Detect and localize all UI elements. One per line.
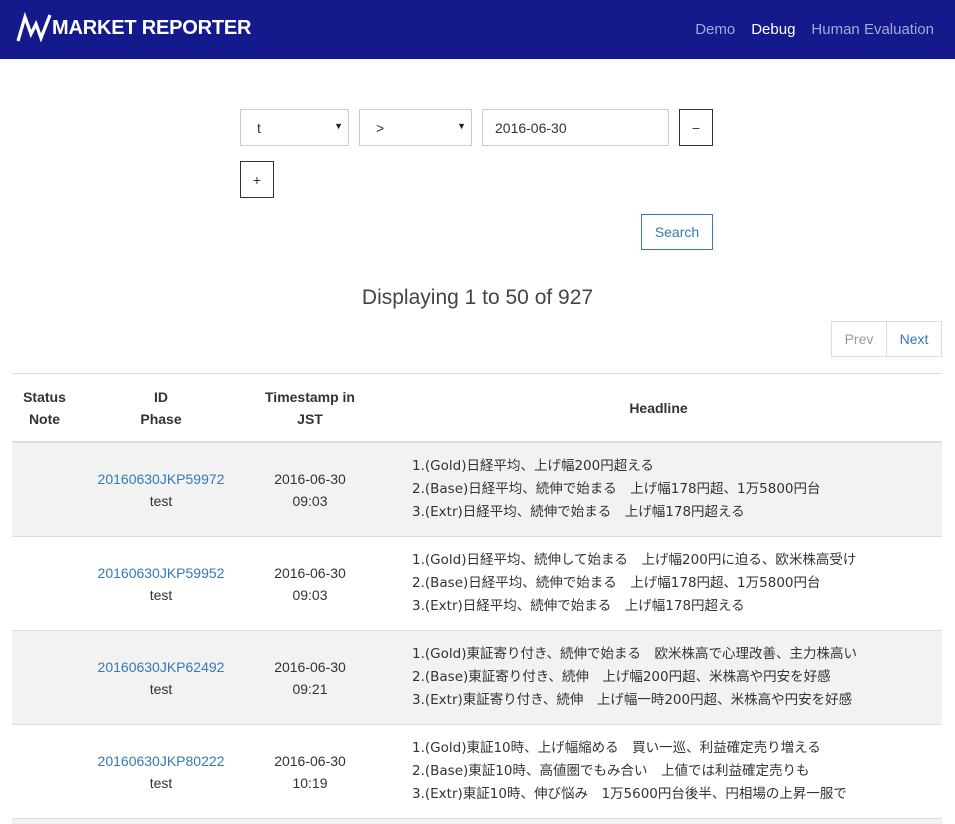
timestamp-time: 09:21: [292, 680, 328, 697]
header-timestamp: Timestamp in JST: [245, 374, 375, 442]
cell-headlines: 1.(Gold)日経平均、続伸して始まる 上げ幅200円に迫る、欧米株高受け 2…: [412, 537, 942, 630]
timestamp-date: 2016-06-30: [274, 470, 346, 487]
phase-text: test: [149, 586, 173, 603]
table-header: Status Note ID Phase Timestamp in JST He…: [12, 373, 942, 443]
timestamp-date: 2016-06-30: [274, 564, 346, 581]
phase-text: test: [149, 492, 173, 509]
headline-base: 2.(Base)日経平均、続伸で始まる 上げ幅178円超、1万5800円台: [412, 481, 821, 497]
header-headline-label: Headline: [629, 400, 688, 416]
headline-extr: 3.(Extr)東証寄り付き、続伸 上げ幅一時200円超、米株高や円安を好感: [412, 692, 853, 708]
header-timestamp-line1: Timestamp in: [265, 389, 355, 405]
add-condition-button[interactable]: +: [240, 161, 274, 198]
field-select[interactable]: t ▼: [240, 109, 349, 146]
pager: Prev Next: [831, 321, 942, 357]
timestamp-date: 2016-06-30: [274, 658, 346, 675]
cell-headlines: 1.(Gold)東証10時、上げ幅縮める 買い一巡、利益確定売り増える 2.(B…: [412, 725, 942, 818]
cell-headlines: 1.(Gold)東証寄り付き、続伸で始まる 欧米株高で心理改善、主力株高い 2.…: [412, 631, 942, 724]
cell-id-phase: 20160630JKP59952 test: [77, 537, 245, 630]
cell-id-phase: 20160630JKP80222 test: [77, 725, 245, 818]
article-id-link[interactable]: 20160630JKP59952: [98, 562, 225, 584]
header-note: Note: [28, 411, 61, 427]
display-count: Displaying 1 to 50 of 927: [361, 286, 594, 309]
header-phase: Phase: [140, 411, 182, 427]
article-id-link[interactable]: 20160630JKP62492: [98, 656, 225, 678]
headline-extr: 3.(Extr)東証10時、伸び悩み 1万5600円台後半、円相場の上昇一服で: [412, 786, 847, 802]
nav-human-evaluation[interactable]: Human Evaluation: [811, 21, 934, 38]
phase-text: test: [149, 680, 173, 697]
table-row: 20160630JKP80222 test 2016-06-30 10:19 1…: [12, 725, 942, 819]
headline-base: 2.(Base)東証寄り付き、続伸 上げ幅200円超、米株高や円安を好感: [412, 669, 831, 685]
phase-text: test: [149, 774, 173, 791]
header-headline: Headline: [375, 374, 942, 442]
cell-timestamp: 2016-06-30 09:03: [245, 537, 375, 630]
article-id-link[interactable]: 20160630JKP59972: [98, 468, 225, 490]
header-id-phase: ID Phase: [77, 374, 245, 442]
timestamp-date: 2016-06-30: [274, 752, 346, 769]
table-row: 20160630JKP59952 test 2016-06-30 09:03 1…: [12, 537, 942, 631]
navbar: MARKET REPORTER Demo Debug Human Evaluat…: [0, 0, 955, 59]
nav-debug[interactable]: Debug: [751, 21, 795, 38]
cell-headlines: 1.(Gold)日経平均、上げ幅200円超える 2.(Base)日経平均、続伸で…: [412, 443, 942, 536]
results-table: Status Note ID Phase Timestamp in JST He…: [12, 373, 942, 824]
cell-timestamp: 2016-06-30 09:03: [245, 443, 375, 536]
table-row: 20160630JKP62492 test 2016-06-30 09:21 1…: [12, 631, 942, 725]
date-input[interactable]: 2016-06-30: [482, 109, 669, 146]
article-id-link[interactable]: 20160630JKP80222: [98, 750, 225, 772]
date-input-value: 2016-06-30: [495, 119, 567, 136]
headline-base: 2.(Base)日経平均、続伸で始まる 上げ幅178円超、1万5800円台: [412, 575, 821, 591]
search-button[interactable]: Search: [641, 214, 713, 250]
field-select-value: t: [257, 119, 261, 136]
next-button[interactable]: Next: [886, 321, 942, 357]
operator-select[interactable]: > ▼: [359, 109, 472, 146]
remove-condition-button[interactable]: −: [679, 109, 713, 146]
timestamp-time: 09:03: [292, 492, 328, 509]
brand-text: MARKET REPORTER: [52, 16, 252, 39]
header-status: Status: [23, 389, 66, 405]
header-timestamp-line2: JST: [297, 411, 323, 427]
header-status-note: Status Note: [12, 374, 77, 442]
nav-demo[interactable]: Demo: [695, 21, 735, 38]
headline-gold: 1.(Gold)日経平均、上げ幅200円超える: [412, 458, 654, 474]
brand-logo-icon: [16, 12, 52, 43]
operator-select-value: >: [376, 119, 385, 136]
timestamp-time: 09:03: [292, 586, 328, 603]
cell-id-phase: 20160630JKP59972 test: [77, 443, 245, 536]
headline-extr: 3.(Extr)日経平均、続伸で始まる 上げ幅178円超える: [412, 598, 745, 614]
headline-base: 2.(Base)東証10時、高値圏でもみ合い 上値では利益確定売りも: [412, 763, 810, 779]
headline-gold: 1.(Gold)東証寄り付き、続伸で始まる 欧米株高で心理改善、主力株高い: [412, 646, 858, 662]
prev-button[interactable]: Prev: [831, 321, 887, 357]
headline-gold: 1.(Gold)東証10時、上げ幅縮める 買い一巡、利益確定売り増える: [412, 740, 821, 756]
cell-timestamp: 2016-06-30 09:21: [245, 631, 375, 724]
cell-id-phase: 20160630JKP62492 test: [77, 631, 245, 724]
brand[interactable]: MARKET REPORTER: [16, 11, 251, 45]
cell-timestamp: 2016-06-30 10:19: [245, 725, 375, 818]
field-select-caret-icon: ▼: [334, 121, 343, 131]
header-id: ID: [154, 389, 168, 405]
headline-extr: 3.(Extr)日経平均、続伸で始まる 上げ幅178円超える: [412, 504, 745, 520]
timestamp-time: 10:19: [292, 774, 328, 791]
table-row: 20160630JKP59972 test 2016-06-30 09:03 1…: [12, 443, 942, 537]
nav-links: Demo Debug Human Evaluation: [679, 0, 934, 59]
operator-select-caret-icon: ▼: [457, 121, 466, 131]
table-row-partial: [12, 819, 942, 824]
headline-gold: 1.(Gold)日経平均、続伸して始まる 上げ幅200円に迫る、欧米株高受け: [412, 552, 857, 568]
